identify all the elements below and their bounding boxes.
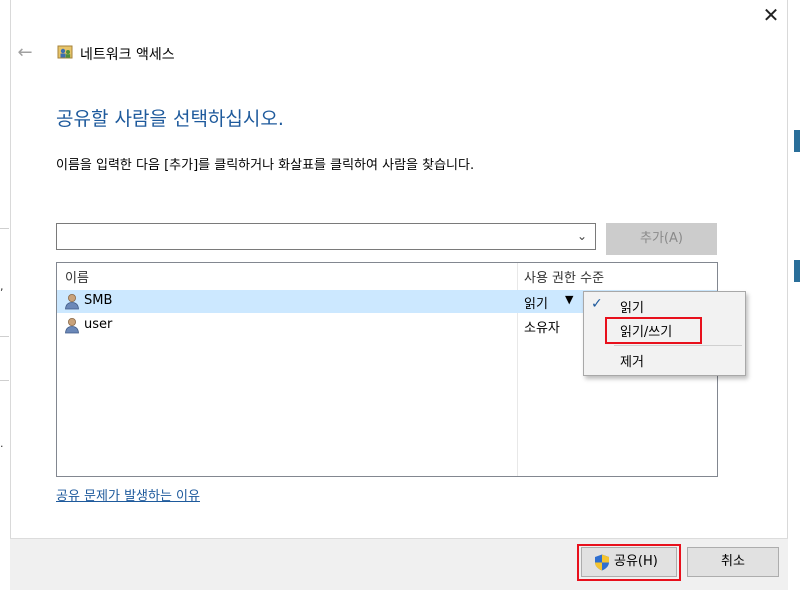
sharing-problems-link[interactable]: 공유 문제가 발생하는 이유: [56, 485, 200, 504]
uac-shield-icon: [595, 554, 609, 571]
user-icon: [65, 294, 79, 310]
page-heading: 공유할 사람을 선택하십시오.: [56, 108, 284, 130]
column-header-name[interactable]: 이름: [65, 267, 89, 286]
share-button-label: 공유(H): [614, 554, 658, 569]
network-users-icon: [57, 45, 73, 59]
close-button[interactable]: ✕: [756, 2, 786, 28]
cancel-button[interactable]: 취소: [687, 547, 779, 577]
menu-separator: [614, 345, 742, 346]
menu-item-read[interactable]: 읽기: [620, 297, 644, 316]
column-header-permission[interactable]: 사용 권한 수준: [524, 267, 604, 286]
menu-item-remove[interactable]: 제거: [620, 351, 644, 370]
permission-level[interactable]: 읽기: [524, 293, 548, 312]
background-window-edge: , ·: [0, 0, 11, 589]
dropdown-arrow-icon[interactable]: ▼: [565, 293, 573, 306]
instruction-text: 이름을 입력한 다음 [추가]를 클릭하거나 화살표를 클릭하여 사람을 찾습니…: [56, 158, 475, 173]
share-button[interactable]: 공유(H): [581, 547, 677, 577]
checkmark-icon: ✓: [591, 296, 603, 312]
chevron-down-icon[interactable]: ⌄: [573, 227, 591, 245]
user-name: SMB: [84, 293, 113, 308]
name-input[interactable]: [57, 224, 569, 249]
user-name: user: [84, 317, 113, 332]
add-button[interactable]: 추가(A): [606, 223, 717, 255]
back-arrow-icon[interactable]: ←: [14, 42, 36, 64]
window-title: 네트워크 액세스: [80, 47, 175, 63]
background-window-scrollbar: [787, 0, 800, 589]
user-icon: [65, 318, 79, 334]
name-combobox[interactable]: ⌄: [56, 223, 596, 250]
highlight-box-read-write: [605, 317, 702, 344]
permission-level: 소유자: [524, 321, 560, 336]
